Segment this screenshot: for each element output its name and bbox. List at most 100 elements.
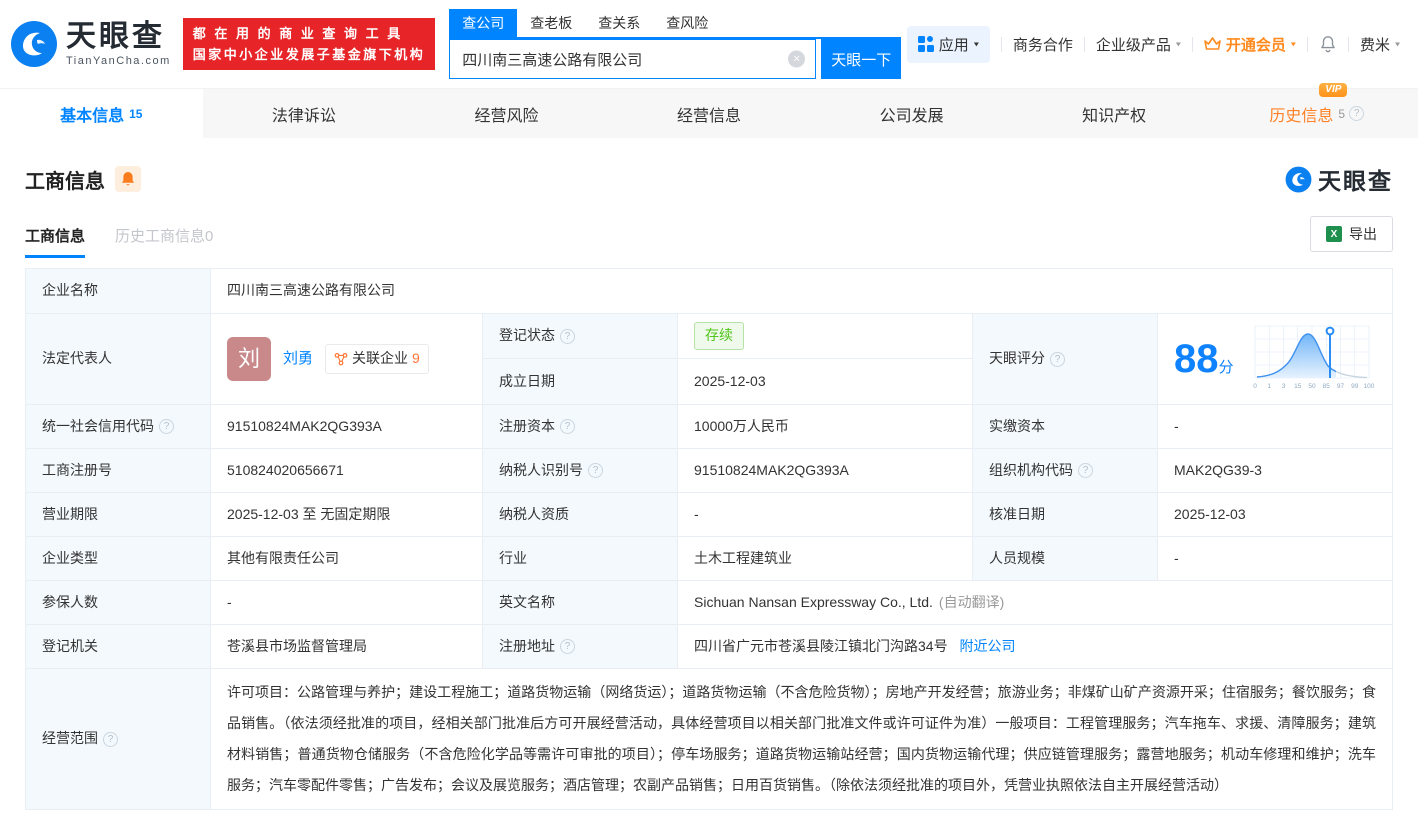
tab-history-info-label: 历史信息 <box>1269 107 1334 125</box>
field-value-reg-status: 存续 <box>677 312 973 360</box>
promo-line-1: 都 在 用 的 商 业 查 询 工 具 <box>192 26 403 41</box>
subtab-business-registration[interactable]: 工商信息 <box>25 225 86 258</box>
search-button[interactable]: 天眼一下 <box>821 39 902 79</box>
tab-basic-info[interactable]: 基本信息 15 <box>0 89 203 138</box>
promo-banner: 都 在 用 的 商 业 查 询 工 具 国家中小企业发展子基金旗下机构 <box>182 18 436 70</box>
bell-icon <box>1321 36 1335 53</box>
tab-history-info[interactable]: VIP 历史信息 5 ? <box>1215 82 1418 138</box>
help-icon[interactable]: ? <box>560 419 575 434</box>
field-label-company-name: 企业名称 <box>25 268 211 314</box>
tab-operating-risk[interactable]: 经营风险 <box>405 89 608 138</box>
svg-text:1: 1 <box>1267 383 1271 390</box>
nav-enterprise-products[interactable]: 企业级产品 ▾ <box>1096 34 1181 55</box>
field-value-approval-date: 2025-12-03 <box>1157 492 1393 537</box>
nav-vip[interactable]: 开通会员 ▾ <box>1204 34 1296 55</box>
reg-address-label-text: 注册地址 <box>499 637 555 654</box>
search-tab-company[interactable]: 查公司 <box>449 9 518 37</box>
distribution-curve-blue <box>1256 333 1336 378</box>
help-icon[interactable]: ? <box>159 419 174 434</box>
nav-divider <box>1191 36 1193 52</box>
tab-legal-proceedings[interactable]: 法律诉讼 <box>203 89 406 138</box>
field-value-credit-code: 91510824MAK2QG393A <box>210 404 483 449</box>
related-companies-count: 9 <box>412 350 420 367</box>
field-label-paid-capital: 实缴资本 <box>972 404 1158 449</box>
legal-rep-name-link[interactable]: 刘勇 <box>283 347 313 370</box>
field-label-insured-count: 参保人数 <box>25 580 211 625</box>
table-row: 统一社会信用代码? 91510824MAK2QG393A 注册资本? 10000… <box>25 404 1393 449</box>
field-label-business-scope: 经营范围? <box>25 668 211 810</box>
nearby-companies-link[interactable]: 附近公司 <box>959 638 1015 654</box>
table-row: 营业期限 2025-12-03 至 无固定期限 纳税人资质 - 核准日期 202… <box>25 492 1393 537</box>
score-value: 88 <box>1174 336 1219 381</box>
tab-intellectual-property[interactable]: 知识产权 <box>1013 89 1216 138</box>
chevron-down-icon: ▾ <box>973 39 979 49</box>
table-row: 经营范围? 许可项目：公路管理与养护；建设工程施工；道路货物运输（网络货运）；道… <box>25 668 1393 810</box>
nav-apps[interactable]: 应用 ▾ <box>906 25 990 63</box>
avatar[interactable]: 刘 <box>227 337 271 381</box>
section-header: 工商信息 天眼查 <box>25 162 1393 196</box>
taxpayer-id-label-text: 纳税人识别号 <box>499 461 583 478</box>
vip-badge: VIP <box>1319 82 1348 97</box>
help-icon[interactable]: ? <box>588 463 603 478</box>
subtab-history-registration[interactable]: 历史工商信息0 <box>115 225 213 258</box>
field-label-english-name: 英文名称 <box>482 580 678 625</box>
help-icon[interactable]: ? <box>103 731 118 747</box>
search-input[interactable] <box>450 40 816 78</box>
tab-basic-info-label: 基本信息 <box>60 107 125 125</box>
help-icon[interactable]: ? <box>1078 463 1093 478</box>
export-button[interactable]: X 导出 <box>1310 216 1393 252</box>
score-unit: 分 <box>1218 358 1234 376</box>
top-header: 天眼查 TianYanCha.com 都 在 用 的 商 业 查 询 工 具 国… <box>0 0 1418 88</box>
bell-icon <box>122 171 134 185</box>
svg-text:15: 15 <box>1294 383 1302 390</box>
table-row: 法定代表人 刘 刘勇 关联企业 9 登记状态 ? 存续 天眼评分 ? 88分 0… <box>25 312 1393 405</box>
field-label-staff-size: 人员规模 <box>972 536 1158 581</box>
score-distribution-chart: 0 1 3 15 50 85 97 99 100 <box>1253 325 1374 390</box>
nav-username: 费米 <box>1359 36 1390 54</box>
clear-icon[interactable]: × <box>788 50 806 68</box>
help-icon[interactable]: ? <box>560 639 575 654</box>
field-label-establish-date: 成立日期 <box>482 358 678 405</box>
tianyancha-logo[interactable]: 天眼查 TianYanCha.com <box>10 20 171 68</box>
related-companies-badge[interactable]: 关联企业 9 <box>325 344 429 374</box>
excel-icon: X <box>1326 226 1342 242</box>
field-label-company-type: 企业类型 <box>25 536 211 581</box>
status-badge: 存续 <box>694 322 744 350</box>
svg-text:3: 3 <box>1281 383 1285 390</box>
search-tab-risk[interactable]: 查风险 <box>653 9 721 37</box>
nav-notifications[interactable] <box>1319 35 1337 53</box>
nav-vip-label: 开通会员 <box>1225 36 1286 54</box>
field-label-reg-address: 注册地址? <box>482 624 678 669</box>
search-tab-relation[interactable]: 查关系 <box>585 9 653 37</box>
field-label-reg-authority: 登记机关 <box>25 624 211 669</box>
help-icon[interactable]: ? <box>1349 106 1365 121</box>
field-value-staff-size: - <box>1157 536 1393 581</box>
reg-status-label-text: 登记状态 <box>499 327 555 344</box>
nav-user-menu[interactable]: 费米 ▾ <box>1360 34 1400 55</box>
field-value-insured-count: - <box>210 580 483 625</box>
auto-translate-note: (自动翻译) <box>938 593 1005 610</box>
table-row: 企业类型 其他有限责任公司 行业 土木工程建筑业 人员规模 - <box>25 536 1393 581</box>
tab-business-info[interactable]: 经营信息 <box>608 89 811 138</box>
field-value-reg-address: 四川省广元市苍溪县陵江镇北门沟路34号 附近公司 <box>677 624 1393 669</box>
search-tabs: 查公司 查老板 查关系 查风险 <box>449 9 902 39</box>
tab-legal-proceedings-label: 法律诉讼 <box>271 107 336 125</box>
help-icon[interactable]: ? <box>560 328 575 344</box>
search-tab-boss[interactable]: 查老板 <box>517 9 585 37</box>
help-icon[interactable]: ? <box>1050 351 1065 367</box>
export-label: 导出 <box>1349 226 1377 242</box>
field-label-tyc-score: 天眼评分? <box>972 313 1158 405</box>
business-scope-label-text: 经营范围 <box>42 730 98 747</box>
chevron-down-icon: ▾ <box>1394 39 1400 49</box>
tab-company-development[interactable]: 公司发展 <box>810 89 1013 138</box>
field-value-paid-capital: - <box>1157 404 1393 449</box>
subscribe-bell-button[interactable] <box>115 166 141 192</box>
top-nav: 应用 ▾ 商务合作 企业级产品 ▾ 开通会员 ▾ 费米 ▾ <box>906 25 1400 63</box>
org-code-label-text: 组织机构代码 <box>989 461 1073 478</box>
field-value-legal-rep: 刘 刘勇 关联企业 9 <box>210 313 483 405</box>
nav-cooperation[interactable]: 商务合作 <box>1013 34 1073 55</box>
field-value-reg-number: 510824020656671 <box>210 448 483 493</box>
field-value-business-term: 2025-12-03 至 无固定期限 <box>210 492 483 537</box>
table-row: 参保人数 - 英文名称 Sichuan Nansan Expressway Co… <box>25 580 1393 625</box>
company-tab-bar: 基本信息 15 法律诉讼 经营风险 经营信息 公司发展 知识产权 VIP 历史信… <box>0 82 1418 138</box>
